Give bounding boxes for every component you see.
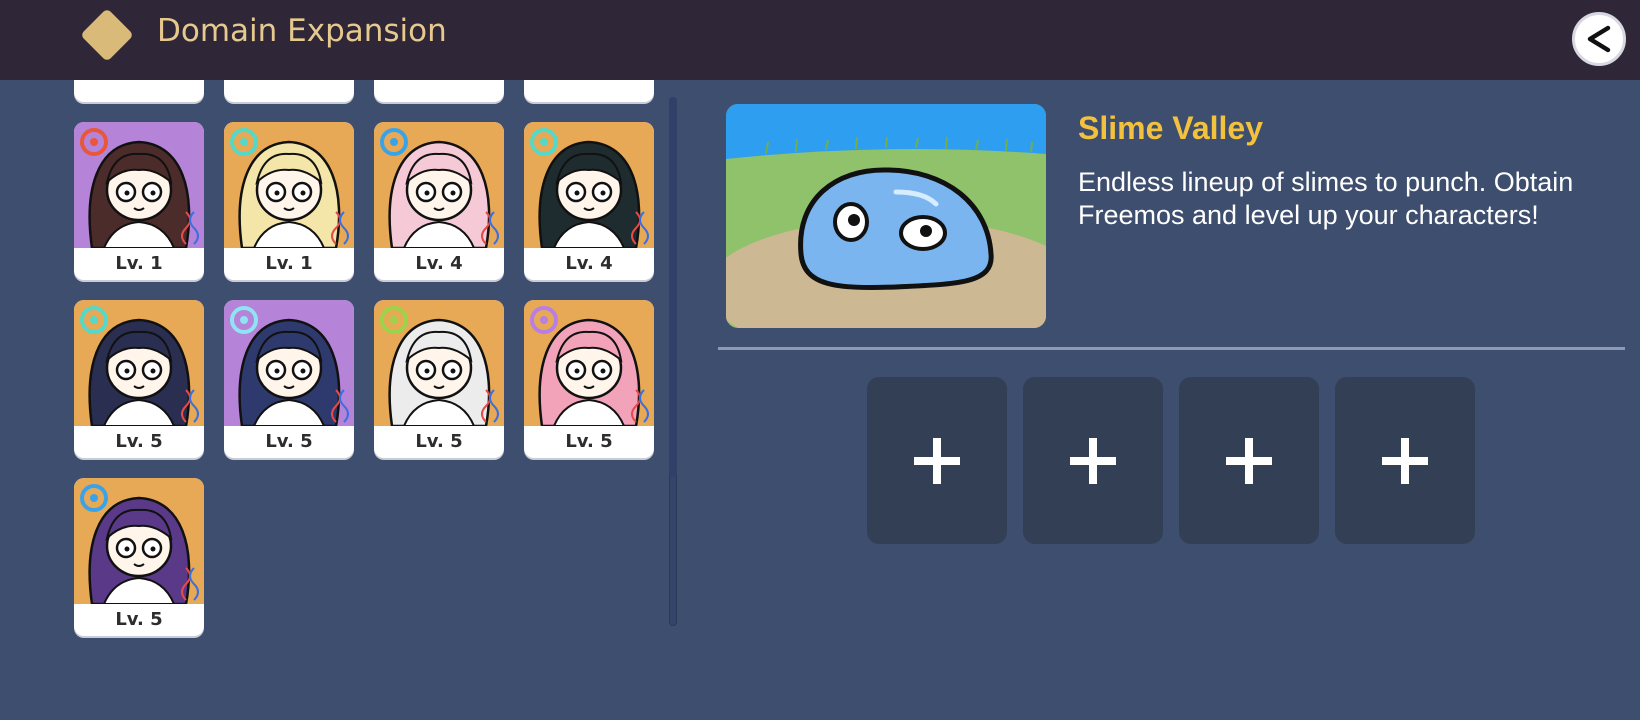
back-button[interactable] [1572, 12, 1626, 66]
character-portrait [374, 122, 504, 248]
roster-scrollbar[interactable] [669, 97, 677, 626]
character-portrait [74, 478, 204, 604]
plus-icon [1382, 437, 1428, 484]
divider [718, 347, 1625, 350]
character-portrait [374, 300, 504, 426]
chevron-left-icon [1587, 25, 1611, 53]
partial-character-card[interactable] [374, 80, 504, 102]
character-level: Lv. 1 [115, 253, 163, 274]
character-level: Lv. 5 [115, 431, 163, 452]
partial-character-card[interactable] [524, 80, 654, 102]
party-slot-2[interactable] [1023, 377, 1163, 544]
party-slot-4[interactable] [1335, 377, 1475, 544]
domain-description: Endless lineup of slimes to punch. Obtai… [1078, 167, 1574, 230]
character-level: Lv. 4 [565, 253, 613, 274]
plus-icon [1070, 437, 1116, 484]
domain-preview-image [726, 104, 1046, 328]
character-card[interactable]: Lv. 5 [524, 300, 654, 458]
character-card[interactable]: Lv. 4 [374, 122, 504, 280]
character-card[interactable]: Lv. 5 [74, 300, 204, 458]
character-card[interactable]: Lv. 1 [224, 122, 354, 280]
character-portrait [74, 300, 204, 426]
domain-name: Slime Valley [1078, 110, 1264, 146]
character-card[interactable]: Lv. 5 [224, 300, 354, 458]
character-level: Lv. 5 [415, 431, 463, 452]
character-card[interactable]: Lv. 4 [524, 122, 654, 280]
page-title: Domain Expansion [157, 13, 447, 49]
scrollbar-thumb[interactable] [669, 97, 677, 477]
character-portrait [224, 122, 354, 248]
character-level: Lv. 1 [265, 253, 313, 274]
domain-diamond-icon [80, 8, 134, 62]
partial-character-card[interactable] [74, 80, 204, 102]
character-portrait [524, 122, 654, 248]
character-level: Lv. 5 [115, 609, 163, 630]
partial-character-card[interactable] [224, 80, 354, 102]
character-portrait [224, 300, 354, 426]
character-card[interactable]: Lv. 1 [74, 122, 204, 280]
character-roster[interactable]: Lv. 1 Lv. 1 Lv. 4 Lv. 4 Lv. 5 Lv. 5 Lv. 5 Lv. 5… [60, 80, 670, 640]
character-level: Lv. 4 [415, 253, 463, 274]
character-card[interactable]: Lv. 5 [374, 300, 504, 458]
plus-icon [914, 437, 960, 484]
character-card[interactable]: Lv. 5 [74, 478, 204, 636]
party-slot-1[interactable] [867, 377, 1007, 544]
character-level: Lv. 5 [565, 431, 613, 452]
character-level: Lv. 5 [265, 431, 313, 452]
character-portrait [524, 300, 654, 426]
character-portrait [74, 122, 204, 248]
top-bar: Domain Expansion [0, 0, 1640, 80]
party-slot-3[interactable] [1179, 377, 1319, 544]
plus-icon [1226, 437, 1272, 484]
